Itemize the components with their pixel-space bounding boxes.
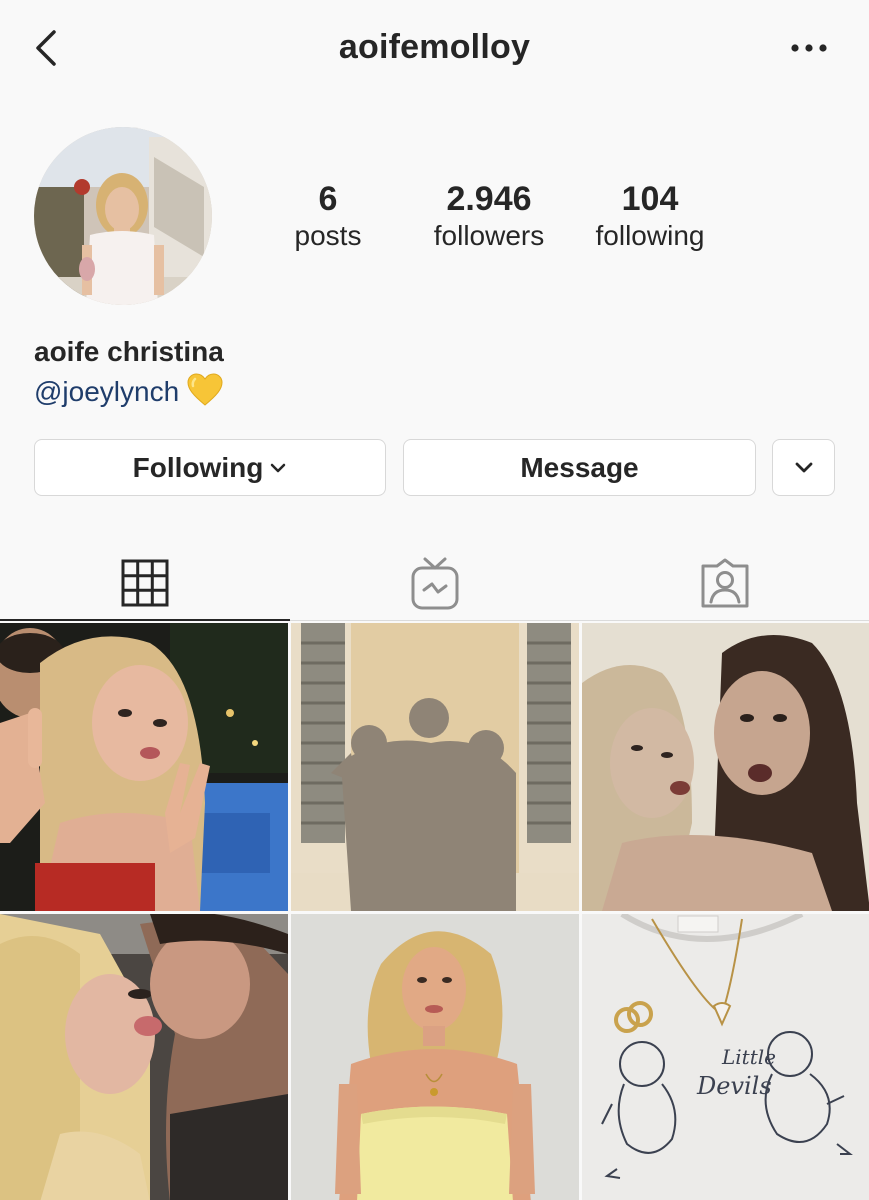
post-thumbnail[interactable] <box>291 623 579 911</box>
post-text-line1: Little <box>721 1045 776 1069</box>
post-thumbnail[interactable] <box>582 623 869 911</box>
top-bar: aoifemolloy <box>0 0 869 100</box>
chevron-down-icon <box>271 463 286 472</box>
chevron-down-icon <box>795 462 812 472</box>
suggested-accounts-button[interactable] <box>772 439 835 496</box>
yellow-heart-icon <box>187 373 223 414</box>
more-options-button[interactable] <box>789 34 829 62</box>
following-stat[interactable]: 104 following <box>580 180 720 254</box>
tab-grid[interactable] <box>0 548 290 618</box>
profile-full-name: aoife christina <box>34 336 224 367</box>
igtv-icon <box>411 557 459 610</box>
following-label: following <box>595 220 705 251</box>
following-count: 104 <box>621 180 679 218</box>
profile-avatar[interactable] <box>34 127 212 305</box>
followers-count: 2.946 <box>446 180 532 218</box>
message-button[interactable]: Message <box>403 439 756 496</box>
profile-username: aoifemolloy <box>338 28 531 66</box>
message-button-label: Message <box>520 451 639 483</box>
post-thumbnail[interactable] <box>0 914 288 1200</box>
following-button[interactable]: Following <box>34 439 386 496</box>
profile-bio: @joeylynch <box>34 373 223 414</box>
bio-mention-link[interactable]: @joeylynch <box>34 376 179 407</box>
post-thumbnail[interactable] <box>291 914 579 1200</box>
tagged-person-icon <box>701 558 749 608</box>
posts-stat[interactable]: 6 posts <box>268 180 388 254</box>
followers-stat[interactable]: 2.946 followers <box>414 180 564 254</box>
tab-igtv[interactable] <box>290 548 580 618</box>
post-text-line2: Devils <box>696 1072 772 1100</box>
profile-screen: aoifemolloy 6 posts 2.946 followers 104 … <box>0 0 869 1200</box>
posts-label: posts <box>294 220 362 251</box>
active-tab-indicator <box>0 619 290 621</box>
posts-count: 6 <box>318 180 338 218</box>
grid-icon <box>121 559 169 607</box>
post-thumbnail[interactable]: Little Devils <box>582 914 869 1200</box>
ellipsis-icon <box>791 44 827 52</box>
post-thumbnail[interactable] <box>0 623 288 911</box>
followers-label: followers <box>433 220 545 251</box>
tab-tagged[interactable] <box>580 548 869 618</box>
following-button-label: Following <box>132 451 264 483</box>
